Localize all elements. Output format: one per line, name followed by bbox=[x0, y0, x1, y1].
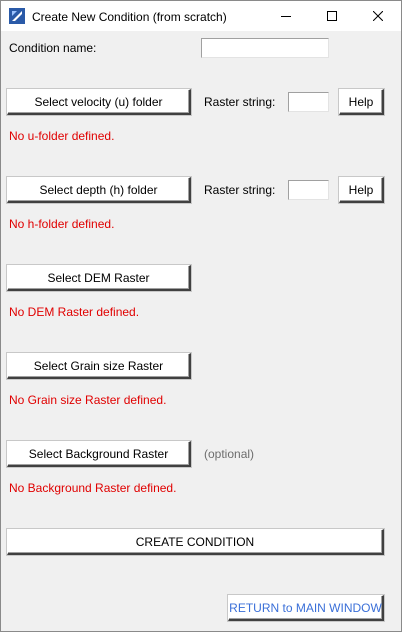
select-velocity-folder-button[interactable]: Select velocity (u) folder bbox=[6, 88, 192, 116]
condition-name-input[interactable] bbox=[201, 38, 329, 58]
depth-raster-string-label: Raster string: bbox=[204, 183, 276, 197]
minimize-button[interactable] bbox=[263, 1, 309, 31]
return-to-main-window-button[interactable]: RETURN to MAIN WINDOW bbox=[227, 594, 385, 622]
dialog-window: Create New Condition (from scratch) Cond… bbox=[0, 0, 402, 632]
window-title: Create New Condition (from scratch) bbox=[32, 10, 227, 24]
background-status-text: No Background Raster defined. bbox=[9, 481, 177, 495]
depth-raster-string-input[interactable] bbox=[288, 180, 329, 200]
select-depth-folder-button[interactable]: Select depth (h) folder bbox=[6, 176, 192, 204]
close-icon bbox=[373, 11, 383, 21]
velocity-status-text: No u-folder defined. bbox=[9, 129, 115, 143]
select-background-raster-button[interactable]: Select Background Raster bbox=[6, 440, 192, 468]
grain-size-status-text: No Grain size Raster defined. bbox=[9, 393, 167, 407]
velocity-raster-string-input[interactable] bbox=[288, 92, 329, 112]
select-grain-size-raster-button[interactable]: Select Grain size Raster bbox=[6, 352, 192, 380]
title-bar[interactable]: Create New Condition (from scratch) bbox=[1, 1, 401, 31]
depth-status-text: No h-folder defined. bbox=[9, 217, 115, 231]
velocity-help-button[interactable]: Help bbox=[338, 88, 385, 116]
maximize-icon bbox=[327, 11, 337, 21]
create-condition-button[interactable]: CREATE CONDITION bbox=[6, 528, 385, 556]
feather-app-icon bbox=[9, 8, 25, 24]
condition-name-label: Condition name: bbox=[9, 41, 97, 55]
dem-status-text: No DEM Raster defined. bbox=[9, 305, 140, 319]
maximize-button[interactable] bbox=[309, 1, 355, 31]
velocity-raster-string-label: Raster string: bbox=[204, 95, 276, 109]
depth-help-button[interactable]: Help bbox=[338, 176, 385, 204]
select-dem-raster-button[interactable]: Select DEM Raster bbox=[6, 264, 192, 292]
close-button[interactable] bbox=[355, 1, 401, 31]
minimize-icon bbox=[281, 16, 291, 17]
background-optional-label: (optional) bbox=[204, 447, 255, 461]
